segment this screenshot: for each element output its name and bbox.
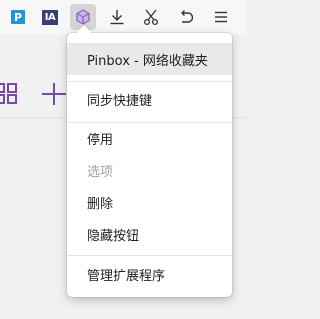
- internet-archive-logo-icon: IA: [42, 9, 58, 25]
- menu-item-label: 停用: [87, 132, 114, 148]
- menu-item-disable[interactable]: 停用: [67, 122, 232, 154]
- menu-item-manage-extensions[interactable]: 管理扩展程序: [67, 258, 232, 290]
- menu-separator: [67, 81, 232, 82]
- pinbox-icon: [76, 9, 90, 25]
- undo-icon: [181, 10, 194, 23]
- menu-item-label: Pinbox - 网络收藏夹: [87, 53, 208, 69]
- pocket-logo-icon: P: [11, 10, 25, 24]
- menu-item-label: 同步快捷键: [87, 93, 153, 109]
- download-button[interactable]: [104, 4, 130, 30]
- internet-archive-extension-button[interactable]: IA: [37, 4, 63, 30]
- menu-item-pinbox-home[interactable]: Pinbox - 网络收藏夹: [67, 43, 232, 75]
- grid-view-button[interactable]: [0, 82, 20, 104]
- menu-icon: [215, 11, 227, 23]
- menu-item-label: 隐藏按钮: [87, 228, 140, 244]
- extension-context-menu: Pinbox - 网络收藏夹 同步快捷键 停用 选项 删除 隐藏按钮 管理扩展程…: [67, 24, 232, 297]
- scissors-icon: [143, 9, 159, 26]
- browser-toolbar: P IA: [0, 0, 247, 34]
- menu-item-remove[interactable]: 删除: [67, 186, 232, 218]
- menu-item-label: 删除: [87, 196, 114, 212]
- download-icon: [110, 10, 124, 25]
- undo-button[interactable]: [173, 4, 199, 30]
- menu-item-label: 管理扩展程序: [87, 268, 166, 284]
- menu-item-sync-shortcuts[interactable]: 同步快捷键: [67, 83, 232, 115]
- plus-icon: [42, 83, 66, 105]
- pocket-extension-button[interactable]: P: [5, 4, 31, 30]
- menu-item-options: 选项: [67, 154, 232, 186]
- add-button[interactable]: [40, 82, 68, 106]
- grid-icon: [0, 83, 17, 104]
- screenshot-button[interactable]: [138, 4, 164, 30]
- menu-item-label: 选项: [87, 164, 114, 180]
- menu-item-hide-button[interactable]: 隐藏按钮: [67, 218, 232, 250]
- app-menu-button[interactable]: [208, 4, 234, 30]
- menu-separator: [67, 255, 232, 256]
